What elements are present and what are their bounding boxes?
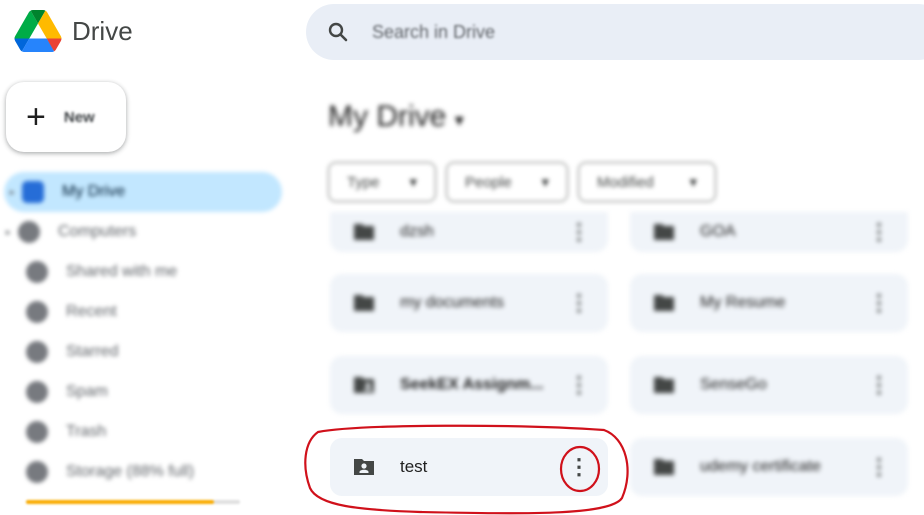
folder-name: GOA xyxy=(700,223,736,240)
cloud-icon xyxy=(26,461,48,483)
my-drive-icon xyxy=(22,181,44,203)
page-title-label: My Drive xyxy=(328,100,447,133)
storage-progress-fill xyxy=(26,500,215,504)
google-drive-logo-icon xyxy=(14,10,62,52)
trash-icon xyxy=(26,421,48,443)
search-bar[interactable]: Search in Drive xyxy=(306,4,924,60)
folder-name: SenseGo xyxy=(700,376,767,393)
search-input[interactable]: Search in Drive xyxy=(372,22,495,43)
sidebar-item-label: Storage (88% full) xyxy=(66,463,195,480)
sidebar-item-spam[interactable]: Spam xyxy=(0,372,290,412)
more-options-icon[interactable]: ⋮ xyxy=(564,452,594,482)
sidebar-item-label: Recent xyxy=(66,303,117,320)
folder-icon xyxy=(654,295,674,311)
folder-card[interactable]: GOA ⋮ xyxy=(630,212,908,252)
more-options-icon[interactable]: ⋮ xyxy=(864,288,894,318)
sidebar-item-my-drive[interactable]: ▸ My Drive xyxy=(4,172,282,212)
new-button[interactable]: + New xyxy=(6,82,126,152)
shared-folder-icon xyxy=(354,459,374,475)
page-title[interactable]: My Drive ▾ xyxy=(328,100,464,134)
folder-name: test xyxy=(400,457,428,476)
more-options-icon[interactable]: ⋮ xyxy=(864,370,894,400)
more-options-icon[interactable]: ⋮ xyxy=(564,370,594,400)
shared-folder-icon xyxy=(354,224,374,240)
filter-people-chip[interactable]: People ▾ xyxy=(446,162,568,202)
filter-chips: Type ▾ People ▾ Modified ▾ xyxy=(328,162,716,202)
chip-label: Type xyxy=(347,173,380,191)
chevron-down-icon: ▾ xyxy=(409,174,417,191)
chevron-down-icon: ▾ xyxy=(541,174,549,191)
storage-progress-bar xyxy=(26,500,240,504)
sidebar-item-trash[interactable]: Trash xyxy=(0,412,290,452)
sidebar-item-starred[interactable]: Starred xyxy=(0,332,290,372)
shared-with-me-icon xyxy=(26,261,48,283)
chip-label: People xyxy=(465,173,512,191)
filter-type-chip[interactable]: Type ▾ xyxy=(328,162,436,202)
sidebar-item-label: Starred xyxy=(66,343,119,360)
folder-icon xyxy=(654,459,674,475)
shared-folder-icon xyxy=(354,377,374,393)
computers-icon xyxy=(18,221,40,243)
folder-name: my documents xyxy=(400,294,505,311)
sidebar-item-computers[interactable]: ▸ Computers xyxy=(0,212,290,252)
folder-card[interactable]: SeekEX Assignm... ⋮ xyxy=(330,356,608,414)
folder-card[interactable]: udemy certificate ⋮ xyxy=(630,438,908,496)
sidebar-item-label: Trash xyxy=(66,423,107,440)
more-options-icon[interactable]: ⋮ xyxy=(864,217,894,247)
more-options-icon[interactable]: ⋮ xyxy=(564,288,594,318)
folder-name: My Resume xyxy=(700,294,786,311)
drive-logo[interactable]: Drive xyxy=(14,10,133,52)
folder-card-test[interactable]: test ⋮ xyxy=(330,438,608,496)
sidebar-nav: ▸ My Drive ▸ Computers Shared with me Re… xyxy=(0,172,290,492)
plus-icon: + xyxy=(26,98,46,136)
folder-icon xyxy=(354,295,374,311)
folder-name: dzsh xyxy=(400,223,434,240)
sidebar-item-storage[interactable]: Storage (88% full) xyxy=(0,452,290,492)
new-button-label: New xyxy=(63,108,95,126)
more-options-icon[interactable]: ⋮ xyxy=(564,217,594,247)
sidebar-item-label: Computers xyxy=(58,223,137,240)
chip-label: Modified xyxy=(597,173,654,191)
search-icon[interactable] xyxy=(326,20,350,44)
more-options-icon[interactable]: ⋮ xyxy=(864,452,894,482)
folder-name: SeekEX Assignm... xyxy=(400,376,544,393)
sidebar-item-label: Spam xyxy=(66,383,108,400)
app-name: Drive xyxy=(72,15,133,46)
sidebar-item-recent[interactable]: Recent xyxy=(0,292,290,332)
folder-card[interactable]: My Resume ⋮ xyxy=(630,274,908,332)
folder-card[interactable]: dzsh ⋮ xyxy=(330,212,608,252)
folder-card[interactable]: my documents ⋮ xyxy=(330,274,608,332)
chevron-down-icon: ▾ xyxy=(454,110,464,130)
folder-name: udemy certificate xyxy=(700,458,821,475)
folder-icon xyxy=(654,377,674,393)
folder-card[interactable]: SenseGo ⋮ xyxy=(630,356,908,414)
filter-modified-chip[interactable]: Modified ▾ xyxy=(578,162,716,202)
spam-icon xyxy=(26,381,48,403)
sidebar-item-shared-with-me[interactable]: Shared with me xyxy=(0,252,290,292)
chevron-down-icon: ▾ xyxy=(689,174,697,191)
sidebar-item-label: My Drive xyxy=(62,183,126,200)
starred-icon xyxy=(26,341,48,363)
folder-icon xyxy=(654,224,674,240)
recent-icon xyxy=(26,301,48,323)
sidebar-item-label: Shared with me xyxy=(66,263,178,280)
